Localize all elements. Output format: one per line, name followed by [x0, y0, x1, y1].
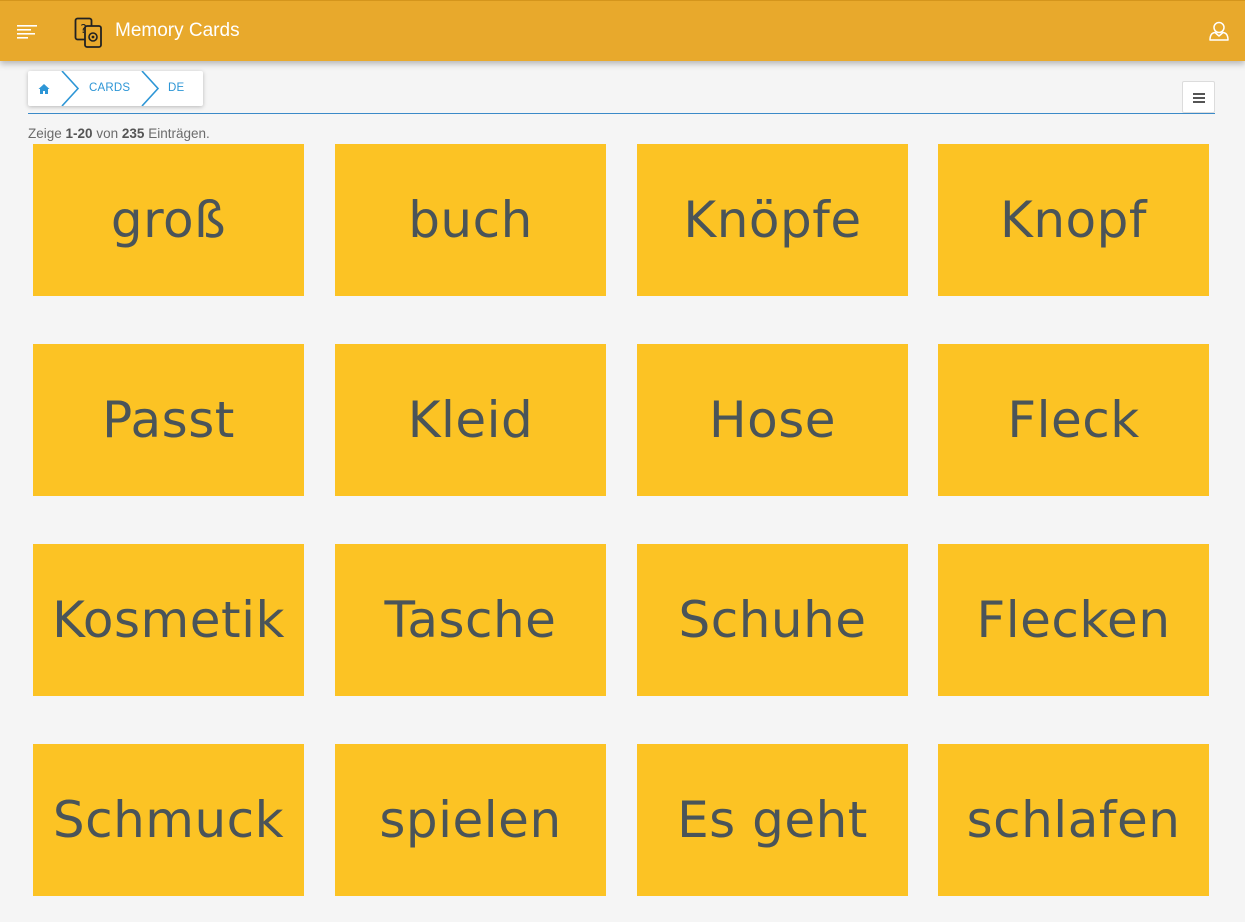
top-bar: ? Memory Cards — [0, 0, 1245, 61]
memory-card[interactable]: Flecken — [938, 544, 1209, 696]
memory-card[interactable]: Hose — [637, 344, 908, 496]
memory-card[interactable]: Kleid — [335, 344, 606, 496]
memory-card[interactable]: Fleck — [938, 344, 1209, 496]
memory-card[interactable]: Tasche — [335, 544, 606, 696]
memory-card[interactable]: Knopf — [938, 144, 1209, 296]
chevron-right-icon — [138, 70, 162, 107]
breadcrumb-item-cards[interactable]: CARDS — [89, 82, 130, 94]
memory-card[interactable]: groß — [33, 144, 304, 296]
divider — [28, 113, 1215, 114]
user-icon[interactable] — [1208, 20, 1230, 42]
memory-card[interactable]: Es geht — [637, 744, 908, 896]
breadcrumb: CARDS DE — [28, 70, 203, 107]
chevron-right-icon — [58, 70, 82, 107]
breadcrumb-item-de[interactable]: DE — [168, 82, 184, 94]
hamburger-icon — [1193, 93, 1205, 95]
memory-card[interactable]: Knöpfe — [637, 144, 908, 296]
memory-card[interactable]: Passt — [33, 344, 304, 496]
summary-middle: von — [96, 126, 119, 141]
memory-card[interactable]: Schmuck — [33, 744, 304, 896]
memory-card[interactable]: buch — [335, 144, 606, 296]
home-icon[interactable] — [37, 81, 51, 95]
memory-card[interactable]: schlafen — [938, 744, 1209, 896]
list-options-button[interactable] — [1182, 81, 1215, 113]
summary-range: 1-20 — [65, 126, 93, 141]
memory-card[interactable]: spielen — [335, 744, 606, 896]
pagination-summary: Zeige 1-20 von 235 Einträgen. — [28, 126, 210, 141]
memory-card[interactable]: Kosmetik — [33, 544, 304, 696]
summary-total: 235 — [121, 126, 145, 141]
menu-icon[interactable] — [17, 23, 39, 41]
summary-suffix: Einträgen. — [148, 126, 210, 141]
app-title: Memory Cards — [115, 20, 240, 41]
memory-card[interactable]: Schuhe — [637, 544, 908, 696]
summary-prefix: Zeige — [28, 126, 62, 141]
cards-logo-icon: ? — [74, 17, 104, 49]
